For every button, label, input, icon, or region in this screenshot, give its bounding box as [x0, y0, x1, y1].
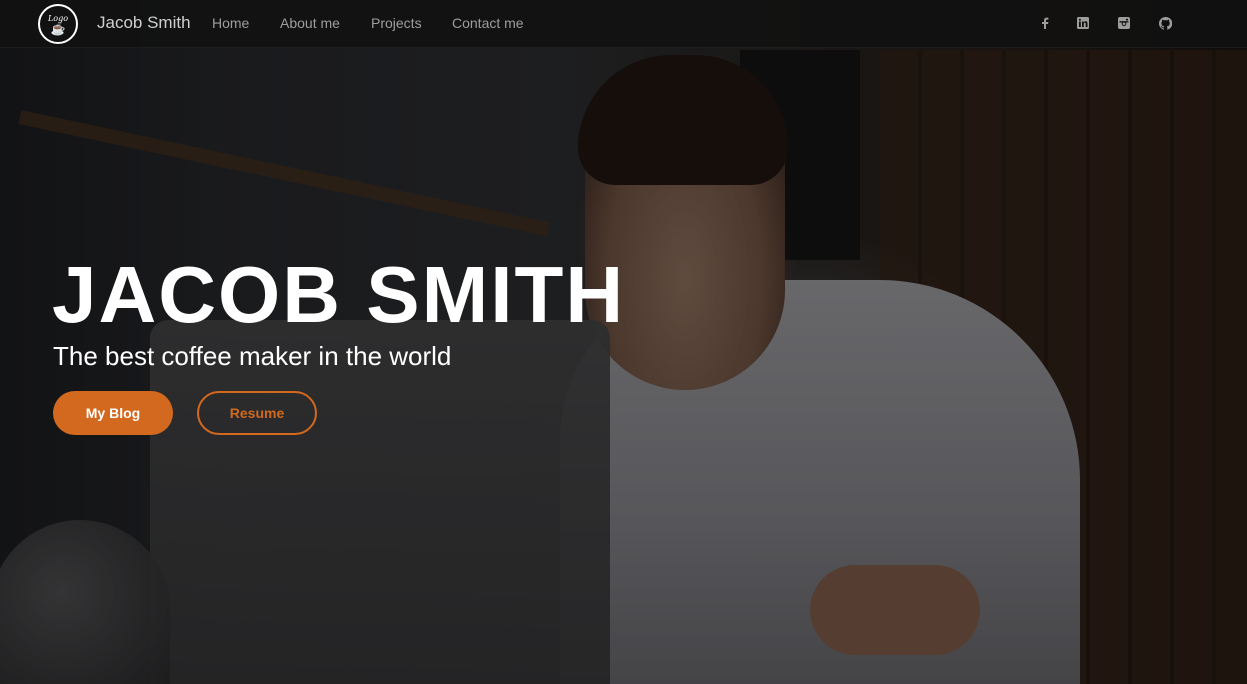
my-blog-button[interactable]: My Blog: [53, 391, 173, 435]
logo[interactable]: Logo ☕: [38, 4, 78, 44]
nav-link-home[interactable]: Home: [212, 15, 249, 31]
github-icon[interactable]: [1158, 16, 1172, 30]
linkedin-icon[interactable]: [1076, 16, 1090, 30]
navbar: Logo ☕ Jacob Smith Home About me Project…: [0, 0, 1247, 48]
nav-link-contact[interactable]: Contact me: [452, 15, 524, 31]
resume-button[interactable]: Resume: [197, 391, 317, 435]
instagram-icon[interactable]: [1117, 16, 1131, 30]
nav-link-projects[interactable]: Projects: [371, 15, 422, 31]
hero-title: JACOB SMITH: [52, 250, 626, 339]
nav-link-about[interactable]: About me: [280, 15, 340, 31]
facebook-icon[interactable]: [1038, 16, 1052, 30]
hero-subtitle: The best coffee maker in the world: [53, 341, 452, 371]
coffee-cup-icon: ☕: [50, 21, 66, 36]
brand-name[interactable]: Jacob Smith: [97, 13, 191, 33]
